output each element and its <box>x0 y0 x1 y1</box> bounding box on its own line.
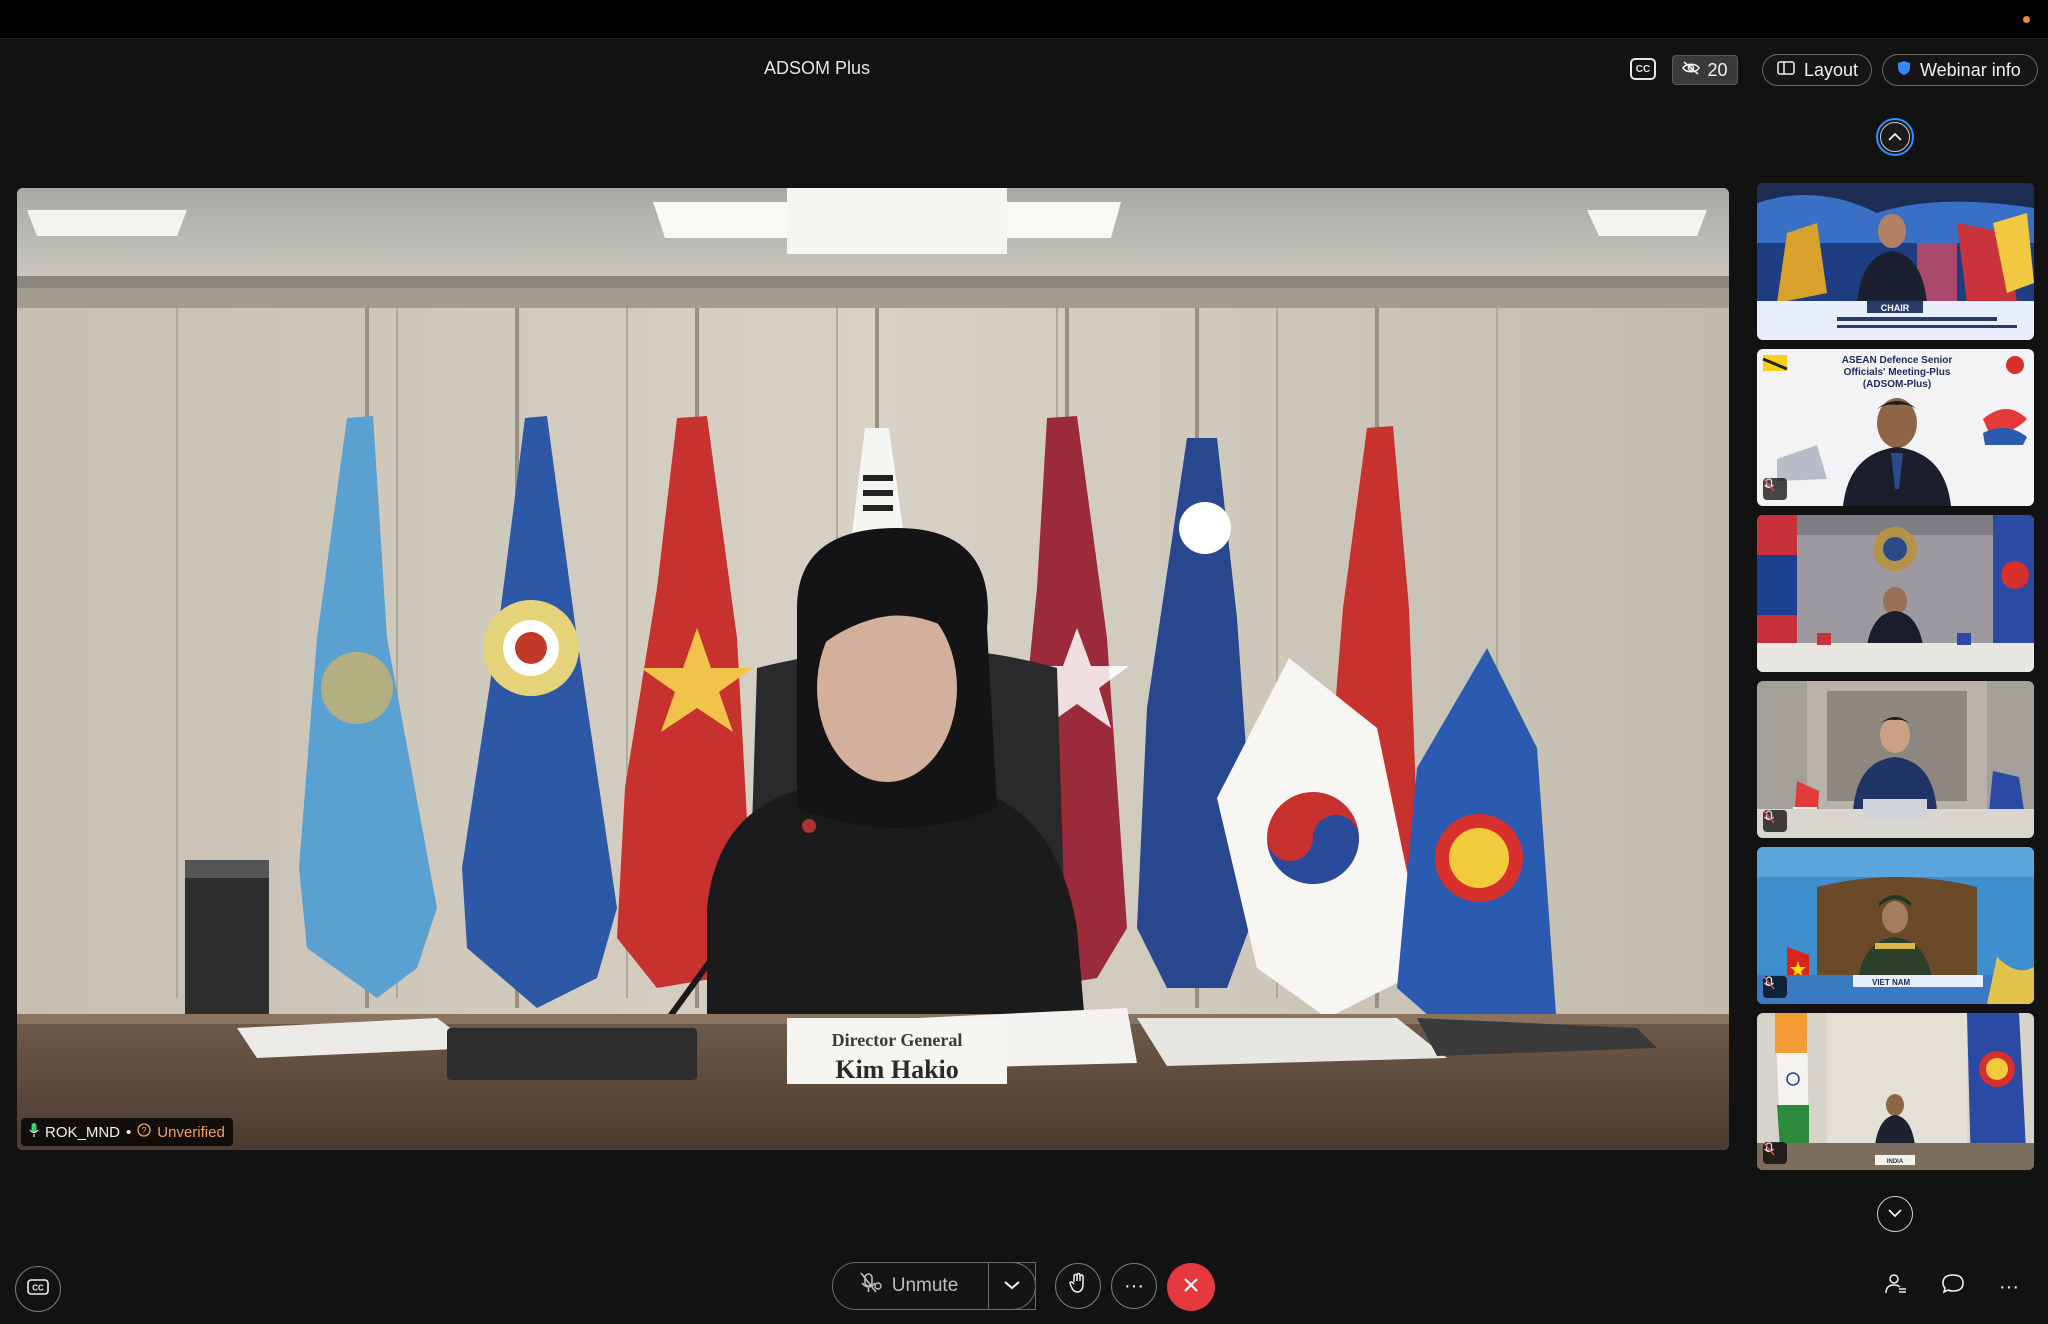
shield-icon <box>1897 60 1911 81</box>
webinar-info-button[interactable]: Webinar info <box>1882 54 2038 86</box>
vietnam-nameplate: VIET NAM <box>1872 978 1911 987</box>
chat-button[interactable] <box>1938 1272 1968 1302</box>
raise-hand-button[interactable] <box>1055 1263 1101 1309</box>
name-separator: • <box>126 1123 132 1141</box>
participant-thumbnail[interactable] <box>1757 681 2034 838</box>
participant-thumbnail[interactable]: INDIA <box>1757 1013 2034 1170</box>
chair-label: CHAIR <box>1881 303 1910 313</box>
meeting-title: ADSOM Plus <box>763 58 871 78</box>
chevron-down-icon <box>1004 1277 1020 1295</box>
more-panels-button[interactable]: ··· <box>1994 1272 2024 1302</box>
audio-options-dropdown[interactable] <box>988 1262 1036 1310</box>
layout-button[interactable]: Layout <box>1762 54 1872 86</box>
brunei-caption-line2: Officials' Meeting-Plus <box>1844 367 1951 378</box>
microphone-off-icon <box>1763 810 1787 832</box>
brunei-caption-line3: (ADSOM-Plus) <box>1863 379 1931 390</box>
chevron-up-icon <box>1880 122 1910 152</box>
system-top-bar <box>0 0 2048 39</box>
india-nameplate: INDIA <box>1887 1159 1904 1165</box>
microphone-on-icon <box>29 1122 39 1142</box>
more-options-icon: ··· <box>1999 1275 2019 1298</box>
participant-name-tag: ROK_MND • ? Unverified <box>21 1118 233 1146</box>
layout-label: Layout <box>1804 59 1859 80</box>
recording-indicator-icon <box>2023 16 2030 23</box>
close-icon <box>1183 1277 1199 1298</box>
closed-captions-icon: CC <box>27 1278 49 1301</box>
viewer-count-badge[interactable]: 20 <box>1672 55 1738 85</box>
svg-text:?: ? <box>142 1126 147 1136</box>
video-frame-image: Director General Kim Hakio <box>17 188 1729 1150</box>
leave-meeting-button[interactable] <box>1167 1263 1215 1311</box>
more-options-icon: ··· <box>1124 1274 1144 1297</box>
participant-thumbnail[interactable]: VIET NAM <box>1757 847 2034 1004</box>
webinar-window: ADSOM Plus CC 20 Layout Webinar info Dir… <box>0 0 2048 1324</box>
microphone-off-icon <box>1763 478 1787 500</box>
thumbnail-video-cambodia <box>1757 515 2034 672</box>
thumbnail-video-brunei: ASEAN Defence Senior Officials' Meeting-… <box>1757 349 2034 506</box>
more-options-button[interactable]: ··· <box>1111 1263 1157 1309</box>
cc-glyph: CC <box>32 1283 44 1292</box>
thumbnail-video-vietnam: VIET NAM <box>1757 847 2034 1004</box>
layout-icon <box>1777 60 1795 81</box>
viewer-count: 20 <box>1707 59 1728 80</box>
microphone-muted-icon <box>860 1272 882 1300</box>
closed-captions-indicator-icon[interactable]: CC <box>1630 58 1656 80</box>
nameplate-title: Director General <box>832 1030 963 1050</box>
webinar-info-label: Webinar info <box>1920 59 2021 80</box>
participants-button[interactable] <box>1881 1272 1911 1302</box>
active-speaker-video[interactable]: Director General Kim Hakio <box>17 188 1729 1150</box>
chevron-down-icon <box>1888 1205 1902 1223</box>
scroll-up-button[interactable] <box>1876 118 1914 156</box>
nameplate-name: Kim Hakio <box>835 1055 959 1084</box>
thumbnail-video-chair: CHAIR <box>1757 183 2034 340</box>
microphone-off-icon <box>1763 976 1787 998</box>
scroll-down-button[interactable] <box>1877 1196 1913 1232</box>
participants-icon <box>1884 1273 1908 1301</box>
participant-thumbnail[interactable] <box>1757 515 2034 672</box>
unverified-icon: ? <box>137 1123 151 1141</box>
thumbnail-video-singapore <box>1757 681 2034 838</box>
microphone-off-icon <box>1763 1142 1787 1164</box>
verification-status: Unverified <box>157 1123 225 1141</box>
closed-captions-button[interactable]: CC <box>15 1266 61 1312</box>
participant-thumbnail[interactable]: ASEAN Defence Senior Officials' Meeting-… <box>1757 349 2034 506</box>
unmute-label: Unmute <box>891 1275 959 1296</box>
chat-bubble-icon <box>1941 1273 1965 1301</box>
thumbnail-video-india: INDIA <box>1757 1013 2034 1170</box>
brunei-caption-line1: ASEAN Defence Senior <box>1842 355 1953 366</box>
eye-off-icon <box>1682 60 1701 81</box>
participant-name: ROK_MND <box>45 1123 121 1141</box>
participant-thumbnail[interactable]: CHAIR <box>1757 183 2034 340</box>
raise-hand-icon <box>1068 1272 1088 1300</box>
